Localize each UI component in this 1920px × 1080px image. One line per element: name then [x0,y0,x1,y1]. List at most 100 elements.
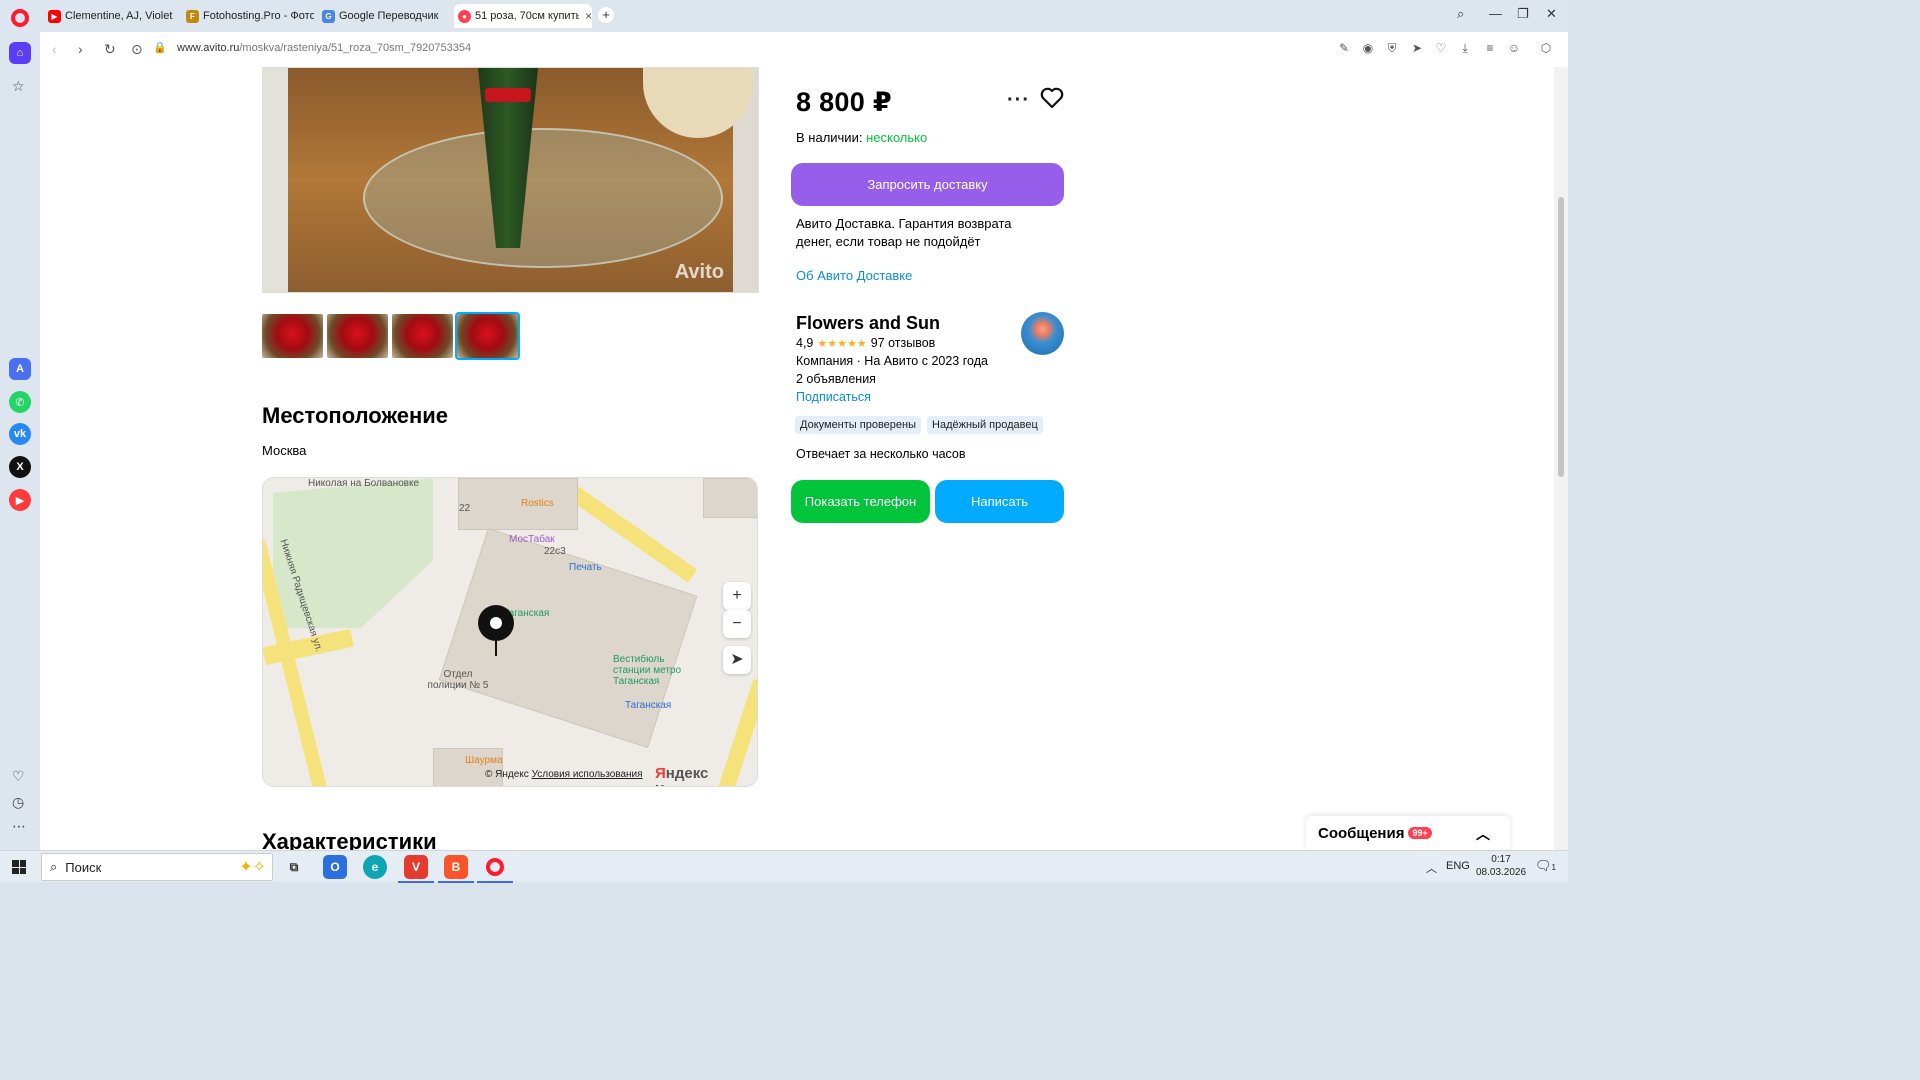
windows-start-icon[interactable] [12,860,26,874]
messenger-panel[interactable]: Сообщения 99+ ︿ [1306,816,1510,850]
taskbar-search[interactable]: ⌕ Поиск ✦✧ [41,853,273,881]
about-delivery-link[interactable]: Об Авито Доставке [796,268,912,283]
heart-icon[interactable]: ♡ [12,768,25,785]
reload-icon[interactable]: ↻ [104,41,116,58]
notifications-icon[interactable]: 🗨1 [1535,858,1556,874]
seller-name[interactable]: Flowers and Sun [796,313,940,334]
bookmark-heart-icon[interactable]: ♡ [1434,41,1448,55]
seller-badges: Документы проверены Надёжный продавец [795,416,1043,434]
map-terms-link[interactable]: Условия использования [532,769,643,780]
vivaldi-icon[interactable]: V [398,855,434,883]
copilot-spark-icon: ✦✧ [239,859,266,876]
zoom-out-button[interactable]: − [723,610,751,638]
page-viewport: Avito Местоположение Москва Николая на Б… [40,67,1554,850]
tab-youtube[interactable]: ▶ Clementine, AJ, Violet & L [44,4,176,28]
aria-icon[interactable]: A [9,358,31,380]
brave-icon[interactable]: B [438,855,474,883]
thumbnail[interactable] [327,314,388,358]
close-tab-icon[interactable]: × [585,9,592,23]
delivery-info: Авито Доставка. Гарантия возврата денег,… [796,216,1012,249]
translate-icon: G [322,9,335,23]
more-options-icon[interactable]: ··· [1007,89,1030,112]
player-icon[interactable]: ▶ [9,489,31,511]
map-copyright: © Яндекс Условия использования [485,769,643,780]
home-icon[interactable]: ⌂ [9,42,31,64]
geolocate-icon[interactable]: ➤ [723,646,751,674]
price: 8 800 ₽ [796,87,892,117]
language-indicator[interactable]: ENG [1446,860,1470,872]
clock[interactable]: 0:17 08.03.2026 [1476,853,1526,879]
address-bar: ‹ › ↻ ⊙ 🔒 www.avito.ru/moskva/rasteniya/… [40,32,1568,67]
yandex-maps-logo[interactable]: Яндекс Карты [655,765,757,786]
opera-taskbar-icon[interactable] [477,855,513,883]
x-twitter-icon[interactable]: X [9,456,31,478]
browser-tab-bar: ▶ Clementine, AJ, Violet & L F Fotohosti… [0,0,1568,32]
back-icon[interactable]: ‹ [52,41,57,57]
send-icon[interactable]: ➤ [1410,41,1424,55]
main-photo[interactable]: Avito [262,67,759,293]
shield-icon[interactable]: ⛨ [1385,41,1399,55]
menu-icon[interactable]: ≡ [1483,41,1497,55]
restore-button[interactable]: ❐ [1517,6,1529,22]
search-icon: ⌕ [50,859,58,874]
chevron-up-icon[interactable]: ︿ [1476,824,1490,844]
profile-icon[interactable]: ☺ [1507,41,1521,55]
opera-sidebar: ⌂ ☆ A ✆ vk X ▶ ♡ ◷ ⋯ [0,32,40,850]
avito-favicon: ● [458,9,471,23]
new-tab-button[interactable]: + [598,7,614,23]
show-phone-button[interactable]: Показать телефон [791,480,930,523]
task-view-icon[interactable]: ⧉ [282,855,306,879]
unread-badge: 99+ [1408,827,1432,839]
youtube-icon: ▶ [48,9,61,23]
seller-ads-count[interactable]: 2 объявления [796,372,876,386]
thumbnail[interactable] [262,314,323,358]
forward-icon[interactable]: › [78,41,83,57]
more-icon[interactable]: ⋯ [12,818,26,835]
photo-thumbnails [262,312,520,360]
request-delivery-button[interactable]: Запросить доставку [791,163,1064,206]
location-heading: Местоположение [262,403,449,428]
search-tabs-icon[interactable]: ⌕ [1457,6,1464,22]
edge-icon[interactable]: e [363,855,387,879]
vk-icon[interactable]: vk [9,423,31,445]
subscribe-link[interactable]: Подписаться [796,390,871,404]
history-icon[interactable]: ◷ [12,794,24,811]
badge-documents-verified[interactable]: Документы проверены [795,416,922,434]
star-icon[interactable]: ☆ [12,78,25,95]
tray-chevron-icon[interactable]: ︿ [1426,860,1437,876]
whatsapp-icon[interactable]: ✆ [9,391,31,413]
lock-icon[interactable]: 🔒 [153,41,167,54]
zoom-in-button[interactable]: + [723,582,751,610]
page-scrollbar[interactable] [1554,67,1568,850]
write-message-button[interactable]: Написать [935,480,1064,523]
windows-taskbar: ⌕ Поиск ✦✧ ⧉ O e V B ︿ ENG 0:17 08.03.20… [0,850,1568,883]
box-icon[interactable]: ⬡ [1539,41,1553,55]
thumbnail-selected[interactable] [455,312,520,360]
stock-status: В наличии: несколько [796,130,928,145]
edit-icon[interactable]: ✎ [1337,41,1351,55]
tab-avito-active[interactable]: ● 51 роза, 70см купить в М × [454,4,592,28]
avito-watermark: Avito [674,261,724,283]
favorite-heart-icon[interactable] [1040,87,1064,114]
outlook-icon[interactable]: O [323,855,347,879]
camera-icon[interactable]: ◉ [1361,41,1375,55]
tab-fotohosting[interactable]: F Fotohosting.Pro - Фотохо [182,4,314,28]
close-window-button[interactable]: ✕ [1546,6,1557,22]
seller-company-line: Компания · На Авито с 2023 года [796,354,988,368]
download-icon[interactable]: ⤓ [1458,41,1472,55]
location-icon[interactable]: ⊙ [131,41,143,58]
minimize-button[interactable]: — [1489,6,1502,21]
seller-avatar[interactable] [1021,312,1064,355]
opera-logo-icon[interactable] [11,9,29,27]
reply-time: Отвечает за несколько часов [796,447,966,461]
badge-reliable-seller[interactable]: Надёжный продавец [927,416,1043,434]
seller-rating[interactable]: 4,9 ★★★★★ 97 отзывов [796,336,935,350]
url-field[interactable]: www.avito.ru/moskva/rasteniya/51_roza_70… [177,42,471,54]
tab-google-translate[interactable]: G Google Переводчик [318,4,450,28]
city-text: Москва [262,443,307,458]
location-pin-icon [478,605,514,641]
characteristics-heading: Характеристики [262,829,437,850]
yandex-map[interactable]: Николая на Болвановке 22 Rostics МосТаба… [262,477,758,787]
thumbnail[interactable] [392,314,453,358]
fotohosting-icon: F [186,9,199,23]
